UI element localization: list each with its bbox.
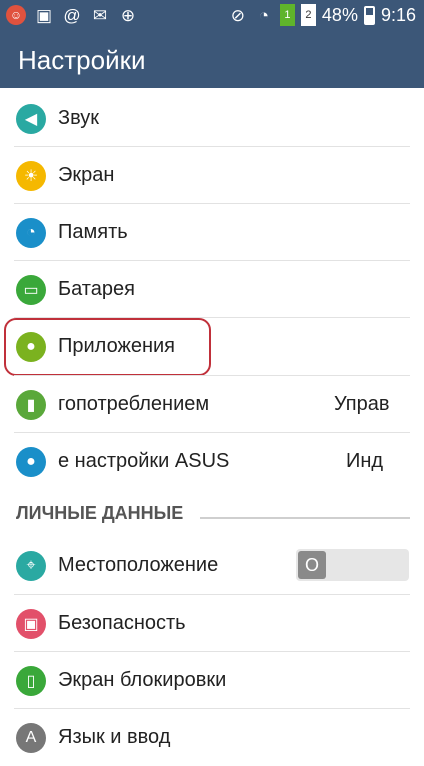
settings-item-asus[interactable]: ● е настройки ASUS Инд [0,433,424,490]
battery-icon [363,5,375,25]
settings-item-power[interactable]: ▮ гопотреблением Управ [0,376,424,433]
clock: 9:16 [380,4,416,25]
system-icons: ⊘ ◔ 1 2 48% 9:16 [228,4,416,26]
asus-settings-icon: ● [16,447,46,477]
language-icon: A [16,723,46,753]
settings-item-label: е настройки ASUS [58,450,230,472]
sim1-signal-icon: 1 [279,4,295,26]
settings-item-label: Память [58,221,128,243]
settings-item-lockscreen[interactable]: ▯ Экран блокировки [0,652,424,709]
lockscreen-icon: ▯ [16,666,46,696]
app-bar: Настройки [0,32,424,88]
settings-item-label: Экран блокировки [58,669,227,691]
location-icon: ⌖ [16,551,46,581]
wifi-icon: ◔ [258,5,270,25]
battery-percent: 48% [321,4,358,25]
image-icon: ▣ [35,5,53,25]
settings-item-label: Местоположение [58,554,219,576]
settings-item-label: Безопасность [58,612,186,634]
settings-item-label: Звук [58,107,100,129]
settings-item-value: Управ [334,393,390,415]
power-icon: ▮ [16,390,46,420]
section-header: ЛИЧНЫЕ ДАННЫЕ [16,503,184,523]
section-divider [200,517,410,519]
brightness-icon: ☀ [16,161,46,191]
notification-icons: ☺ ▣ @ ✉ ⊕ [6,5,138,25]
highlight-box [4,318,211,376]
settings-item-label: Язык и ввод [58,726,171,748]
settings-item-storage[interactable]: ◔ Память [0,204,424,261]
settings-item-security[interactable]: ▣ Безопасность [0,595,424,652]
mail-icon: ✉ [92,5,108,25]
sim2-signal-icon: 2 [300,4,316,26]
storage-icon: ◔ [16,218,46,248]
settings-item-label: гопотреблением [58,393,210,415]
settings-item-sound[interactable]: ◀ Звук [0,90,424,147]
settings-item-value: Инд [346,450,384,472]
settings-item-label: Экран [58,164,115,186]
settings-item-language[interactable]: A Язык и ввод [0,709,424,766]
toggle-knob: O [298,551,326,579]
shield-icon: ⊕ [120,5,136,25]
page-title: Настройки [18,45,146,75]
at-icon: @ [63,5,81,25]
status-bar: ☺ ▣ @ ✉ ⊕ ⊘ ◔ 1 2 48% 9:16 [0,0,424,32]
battery-icon: ▭ [16,275,46,305]
volume-icon: ◀ [16,104,46,134]
lemon-icon: ☺ [6,5,26,25]
lock-icon: ▣ [16,609,46,639]
location-toggle[interactable]: O [296,549,409,581]
settings-item-display[interactable]: ☀ Экран [0,147,424,204]
settings-item-label: Батарея [58,278,135,300]
settings-item-battery[interactable]: ▭ Батарея [0,261,424,318]
no-signal-icon: ⊘ [230,5,246,25]
